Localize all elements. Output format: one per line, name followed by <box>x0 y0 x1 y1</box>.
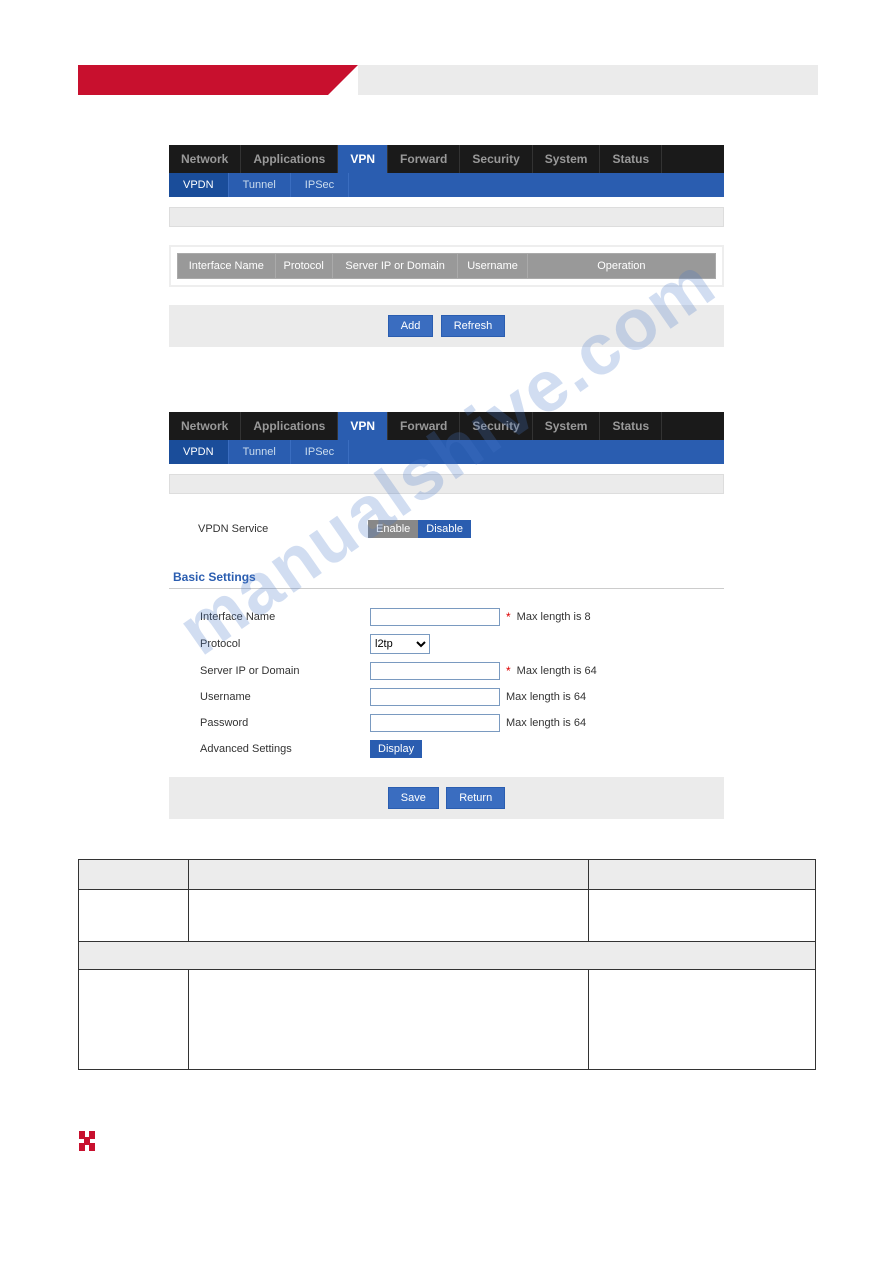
add-button[interactable]: Add <box>388 315 434 337</box>
tab-security[interactable]: Security <box>460 145 532 173</box>
toolbar-strip-2 <box>169 474 724 494</box>
tab-system[interactable]: System <box>533 145 601 173</box>
return-button[interactable]: Return <box>446 787 505 809</box>
header-red-block <box>78 65 328 95</box>
screenshot-panel-1: Network Applications VPN Forward Securit… <box>169 145 724 347</box>
interface-name-input[interactable] <box>370 608 500 626</box>
brand-logo-icon <box>78 1130 96 1152</box>
main-tab-bar: Network Applications VPN Forward Securit… <box>169 145 724 173</box>
vpdn-table-container: Interface Name Protocol Server IP or Dom… <box>169 245 724 287</box>
col-protocol: Protocol <box>275 254 332 279</box>
subtab-ipsec[interactable]: IPSec <box>291 173 349 197</box>
doc-cell <box>78 970 188 1070</box>
subtab-tunnel[interactable]: Tunnel <box>229 173 291 197</box>
tab-network[interactable]: Network <box>169 145 241 173</box>
protocol-label: Protocol <box>200 638 370 650</box>
parameter-doc-table <box>78 859 816 1070</box>
interface-name-label: Interface Name <box>200 611 370 623</box>
page-header-bar <box>78 65 818 95</box>
tab-security-2[interactable]: Security <box>460 412 532 440</box>
tab-vpn[interactable]: VPN <box>338 145 388 173</box>
doc-col-2 <box>188 860 588 890</box>
basic-settings-form: Interface Name * Max length is 8 Protoco… <box>169 597 724 777</box>
required-marker: * <box>506 610 511 624</box>
disable-option[interactable]: Disable <box>418 520 471 538</box>
username-input[interactable] <box>370 688 500 706</box>
server-hint: Max length is 64 <box>517 665 597 677</box>
doc-col-3 <box>588 860 815 890</box>
required-marker: * <box>506 664 511 678</box>
col-interface-name: Interface Name <box>178 254 276 279</box>
subtab-vpdn[interactable]: VPDN <box>169 173 229 197</box>
tab-forward[interactable]: Forward <box>388 145 460 173</box>
tab-forward-2[interactable]: Forward <box>388 412 460 440</box>
toolbar-strip <box>169 207 724 227</box>
advanced-settings-label: Advanced Settings <box>200 743 370 755</box>
tab-status-2[interactable]: Status <box>600 412 662 440</box>
tab-vpn-2[interactable]: VPN <box>338 412 388 440</box>
doc-section-row <box>78 942 815 970</box>
tab-system-2[interactable]: System <box>533 412 601 440</box>
password-label: Password <box>200 717 370 729</box>
header-grey-block <box>358 65 818 95</box>
subtab-vpdn-2[interactable]: VPDN <box>169 440 229 464</box>
tab-status[interactable]: Status <box>600 145 662 173</box>
form-button-row: Save Return <box>169 777 724 819</box>
doc-col-1 <box>78 860 188 890</box>
main-tab-bar-2: Network Applications VPN Forward Securit… <box>169 412 724 440</box>
basic-settings-title: Basic Settings <box>169 562 724 589</box>
password-input[interactable] <box>370 714 500 732</box>
tab-network-2[interactable]: Network <box>169 412 241 440</box>
sub-tab-bar: VPDN Tunnel IPSec <box>169 173 724 197</box>
doc-cell <box>78 890 188 942</box>
doc-cell <box>188 970 588 1070</box>
col-operation: Operation <box>527 254 715 279</box>
vpdn-table: Interface Name Protocol Server IP or Dom… <box>177 253 716 279</box>
server-input[interactable] <box>370 662 500 680</box>
subtab-ipsec-2[interactable]: IPSec <box>291 440 349 464</box>
vpdn-service-box: VPDN Service EnableDisable <box>169 504 724 554</box>
header-red-angle <box>328 65 358 95</box>
protocol-select[interactable]: l2tp <box>370 634 430 654</box>
vpdn-service-toggle[interactable]: EnableDisable <box>368 523 471 535</box>
tab-applications[interactable]: Applications <box>241 145 338 173</box>
save-button[interactable]: Save <box>388 787 439 809</box>
username-hint: Max length is 64 <box>506 691 586 703</box>
subtab-tunnel-2[interactable]: Tunnel <box>229 440 291 464</box>
display-button[interactable]: Display <box>370 740 422 758</box>
refresh-button[interactable]: Refresh <box>441 315 506 337</box>
sub-tab-bar-2: VPDN Tunnel IPSec <box>169 440 724 464</box>
screenshot-panel-2: Network Applications VPN Forward Securit… <box>169 412 724 819</box>
doc-cell <box>588 890 815 942</box>
col-server: Server IP or Domain <box>332 254 458 279</box>
server-label: Server IP or Domain <box>200 665 370 677</box>
action-button-row: Add Refresh <box>169 305 724 347</box>
interface-name-hint: Max length is 8 <box>517 611 591 623</box>
username-label: Username <box>200 691 370 703</box>
enable-option[interactable]: Enable <box>368 520 418 538</box>
password-hint: Max length is 64 <box>506 717 586 729</box>
doc-cell <box>188 890 588 942</box>
tab-applications-2[interactable]: Applications <box>241 412 338 440</box>
doc-cell <box>588 970 815 1070</box>
col-username: Username <box>458 254 527 279</box>
vpdn-service-label: VPDN Service <box>198 523 368 535</box>
